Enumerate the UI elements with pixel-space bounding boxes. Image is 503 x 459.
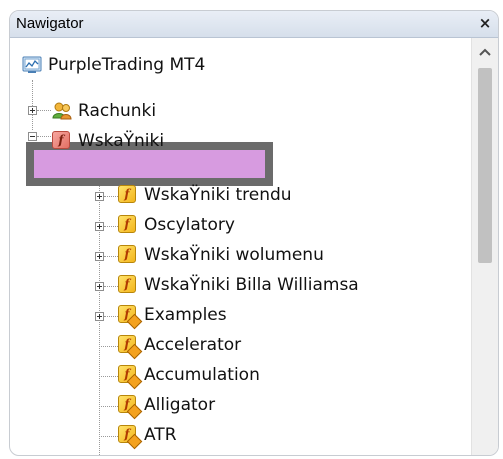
navigator-window: Nawigator × PurpleTrading MT4 Rachunki f… xyxy=(9,10,499,456)
expand-toggle-oscillators[interactable] xyxy=(95,222,104,231)
scroll-thumb[interactable] xyxy=(478,68,492,263)
tree-item-label: WskaŸniki xyxy=(78,131,165,151)
navigator-tree: PurpleTrading MT4 Rachunki f WskaŸniki f… xyxy=(10,38,472,455)
tree-item-label: WskaŸniki trendu xyxy=(144,185,292,205)
chevron-up-icon xyxy=(479,48,491,56)
tree-line xyxy=(99,436,118,437)
collapse-toggle-indicators[interactable] xyxy=(28,132,37,141)
tree-item-root[interactable]: PurpleTrading MT4 xyxy=(22,50,205,80)
tree-item-label: WskaŸniki wolumenu xyxy=(144,245,324,265)
tree-item-volume-indicators[interactable]: f WskaŸniki wolumenu xyxy=(118,240,324,270)
expand-toggle-trend[interactable] xyxy=(95,192,104,201)
tree-line xyxy=(99,346,118,347)
tree-item-label: WskaŸniki Billa Williamsa xyxy=(144,275,359,295)
tree-line xyxy=(37,110,51,111)
expand-toggle-examples[interactable] xyxy=(95,312,104,321)
tree-line xyxy=(32,80,33,130)
indicator-folder-icon: f xyxy=(118,215,138,235)
expand-toggle-bill-williams[interactable] xyxy=(95,282,104,291)
expand-toggle-accounts[interactable] xyxy=(28,106,37,115)
tree-item-label: Rachunki xyxy=(78,101,157,121)
tree-item-label: Examples xyxy=(144,305,227,325)
vertical-scrollbar[interactable] xyxy=(471,38,498,455)
custom-indicator-icon: f xyxy=(118,305,143,330)
tree-item-label: ATR xyxy=(144,425,177,445)
tree-item-oscillators[interactable]: f Oscylatory xyxy=(118,210,235,240)
terminal-icon xyxy=(22,55,42,75)
tree-item-label: Accumulation xyxy=(144,365,260,385)
tree-item-atr[interactable]: f ATR xyxy=(118,420,177,450)
expand-toggle-volume[interactable] xyxy=(95,252,104,261)
tree-item-accounts[interactable]: Rachunki xyxy=(52,96,156,126)
custom-indicator-icon: f xyxy=(118,365,143,390)
tree-item-accumulation[interactable]: f Accumulation xyxy=(118,360,260,390)
tree-line xyxy=(99,406,118,407)
tree-item-accelerator[interactable]: f Accelerator xyxy=(118,330,241,360)
indicator-folder-icon: f xyxy=(118,245,138,265)
tree-item-label: PurpleTrading MT4 xyxy=(48,55,206,75)
tree-item-trend-indicators[interactable]: f WskaŸniki trendu xyxy=(118,180,292,210)
tree-item-alligator[interactable]: f Alligator xyxy=(118,390,215,420)
window-title: Nawigator xyxy=(16,15,84,32)
tree-item-label: Oscylatory xyxy=(144,215,235,235)
tree-item-indicators[interactable]: f WskaŸniki xyxy=(52,126,164,156)
indicator-folder-icon: f xyxy=(118,185,138,205)
tree-item-bill-williams[interactable]: f WskaŸniki Billa Williamsa xyxy=(118,270,359,300)
custom-indicator-icon: f xyxy=(118,395,143,420)
indicator-folder-icon: f xyxy=(118,275,138,295)
custom-indicator-icon: f xyxy=(118,425,143,450)
tree-line xyxy=(104,226,118,227)
custom-indicator-icon: f xyxy=(118,335,143,360)
scroll-up-button[interactable] xyxy=(472,38,498,66)
title-bar: Nawigator × xyxy=(10,11,498,38)
tree-line xyxy=(104,316,118,317)
tree-item-examples[interactable]: f Examples xyxy=(118,300,227,330)
tree-item-label: Alligator xyxy=(144,395,216,415)
tree-line xyxy=(104,286,118,287)
tree-line xyxy=(104,256,118,257)
indicator-folder-icon: f xyxy=(52,131,72,151)
tree-line xyxy=(99,376,118,377)
tree-line xyxy=(37,136,51,137)
accounts-icon xyxy=(52,101,72,121)
close-button[interactable]: × xyxy=(476,13,494,33)
tree-item-label: Accelerator xyxy=(144,335,242,355)
tree-line xyxy=(104,196,118,197)
